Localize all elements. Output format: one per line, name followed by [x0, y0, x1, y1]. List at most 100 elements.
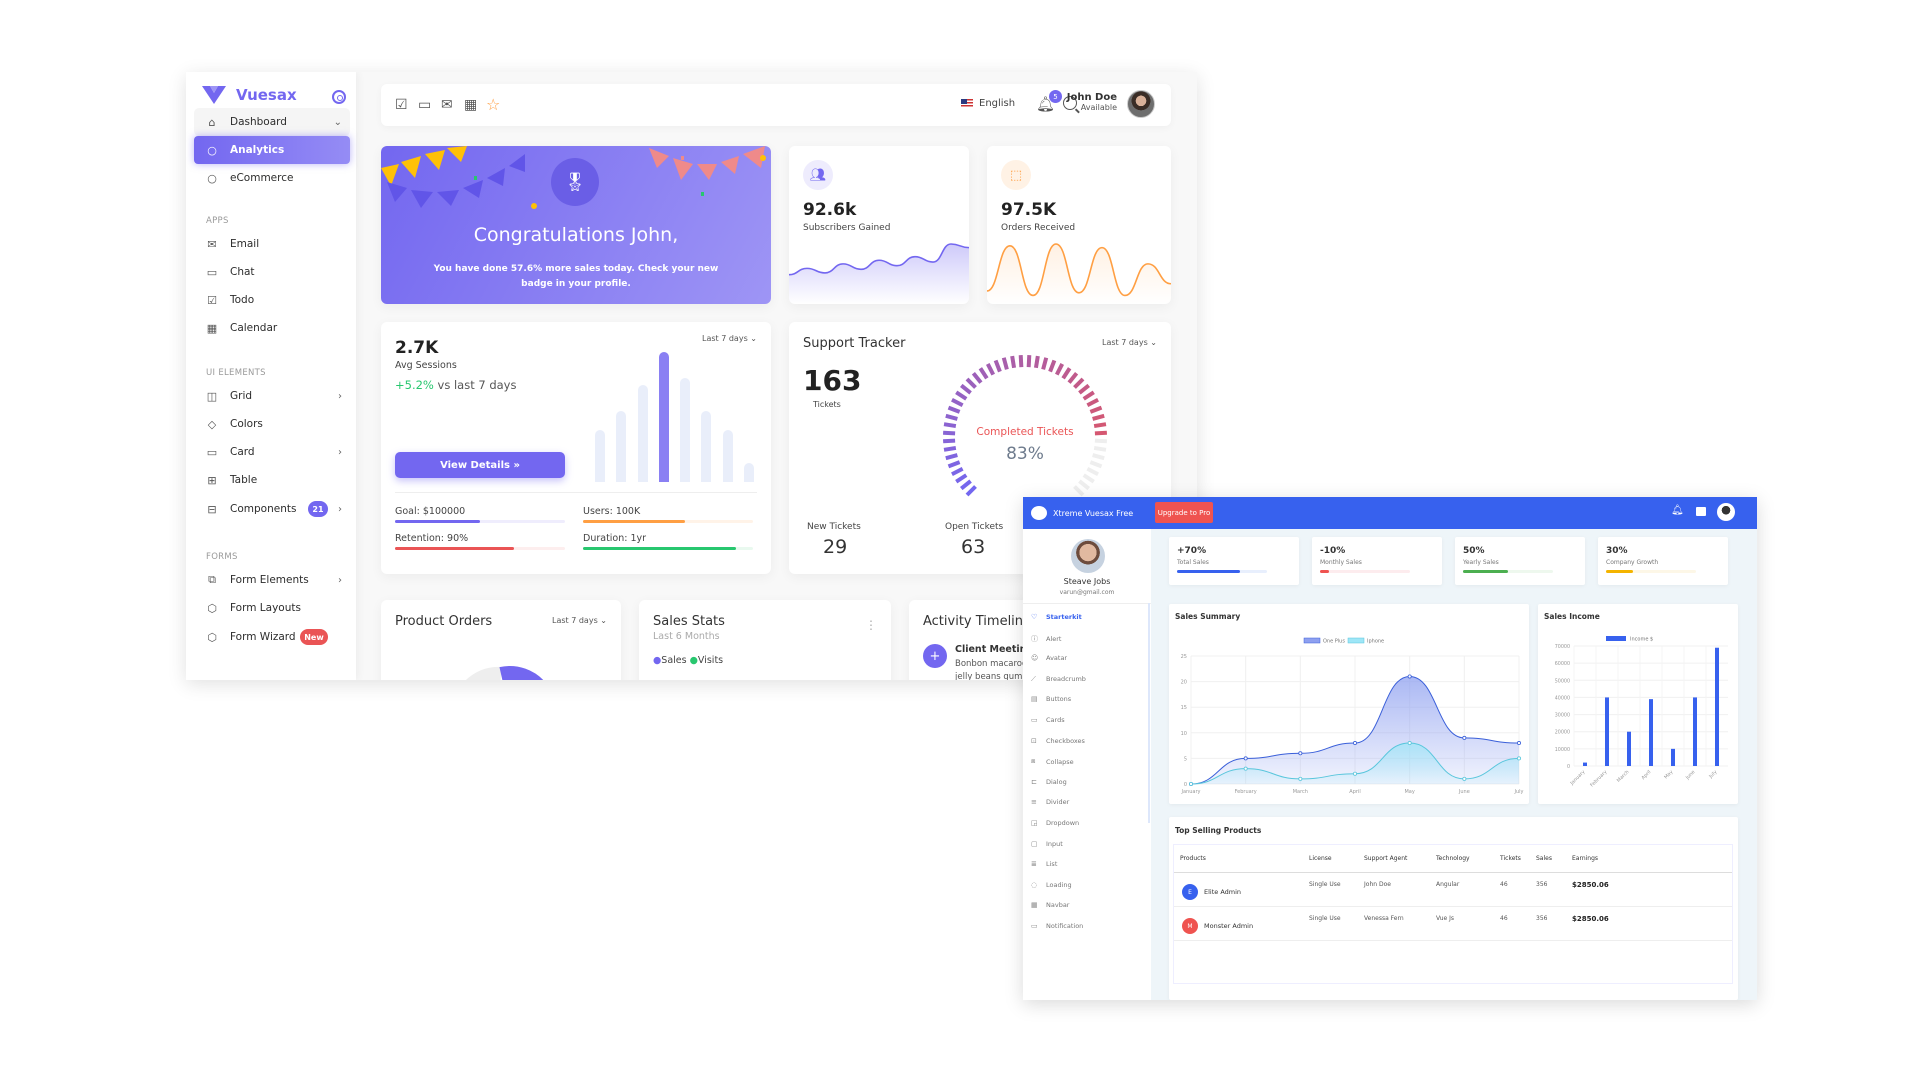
goal-progress — [395, 520, 565, 523]
sidebar-item-calendar[interactable]: ▦ Calendar — [194, 314, 350, 342]
xtreme-nav-item-dialog[interactable]: ⊏ Dialog — [1031, 778, 1067, 786]
sidebar-item-todo[interactable]: ☑ Todo — [194, 286, 350, 314]
xtreme-brand[interactable]: Xtreme Vuesax Free — [1031, 506, 1133, 520]
column-header[interactable]: Support Agent — [1364, 855, 1407, 862]
gauge-segment — [1078, 383, 1090, 395]
xtreme-nav-item-breadcrumb[interactable]: ⟋ Breadcrumb — [1031, 675, 1086, 684]
bell-icon[interactable]: 🔔︎ — [1671, 505, 1684, 516]
user-avatar[interactable] — [1127, 90, 1155, 118]
sidebar-scrollbar[interactable] — [1148, 603, 1150, 823]
sidebar-item-label: Form Wizard — [230, 631, 296, 643]
pin-sidebar-icon[interactable] — [332, 90, 346, 104]
message-icon[interactable] — [1696, 507, 1706, 516]
view-details-button[interactable]: View Details » — [395, 452, 565, 478]
profile-email: varun@gmail.com — [1059, 589, 1115, 596]
email-shortcut-icon[interactable]: ✉ — [441, 97, 453, 113]
xtreme-nav-item-navbar[interactable]: ▦ Navbar — [1031, 901, 1069, 909]
xtreme-nav-item-dropdown[interactable]: ◲ Dropdown — [1031, 819, 1079, 827]
archive-icon: ⊟ — [207, 502, 217, 516]
xtreme-topbar: Xtreme Vuesax Free Upgrade to Pro 🔔︎ — [1023, 497, 1757, 529]
column-header[interactable]: Tickets — [1500, 855, 1521, 862]
sidebar-item-analytics[interactable]: ○ Analytics — [194, 136, 350, 164]
activity-title: Activity Timeline — [923, 614, 1032, 629]
technology: Vue Js — [1436, 915, 1454, 922]
period-dropdown[interactable]: Last 7 days ⌄ — [552, 616, 607, 625]
gauge-segment — [960, 479, 972, 491]
visits-legend-dot: ● — [689, 655, 698, 666]
xtreme-nav-item-list[interactable]: ≣ List — [1031, 860, 1057, 868]
column-header[interactable]: License — [1309, 855, 1332, 862]
subscribers-label: Subscribers Gained — [803, 223, 891, 233]
sidebar-item-components[interactable]: ⊟ Components 21 › — [194, 495, 350, 523]
y-tick-label: 70000 — [1555, 644, 1570, 650]
column-header[interactable]: Earnings — [1572, 855, 1598, 862]
xtreme-nav-item-notification[interactable]: ▭ Notification — [1031, 922, 1083, 930]
user-info[interactable]: John Doe Available — [1057, 92, 1117, 112]
gauge-segment — [965, 485, 977, 497]
gauge-segment — [985, 363, 996, 376]
xtreme-nav-item-avatar[interactable]: ☺ Avatar — [1031, 654, 1067, 662]
more-options-icon[interactable]: ⋮ — [865, 618, 877, 632]
sidebar-item-form-elements[interactable]: ⧉ Form Elements › — [194, 566, 350, 594]
xtreme-user-avatar[interactable] — [1717, 503, 1735, 521]
star-bookmark-icon[interactable]: ☆ — [486, 95, 500, 114]
xtreme-nav-item-input[interactable]: ▢ Input — [1031, 840, 1063, 848]
sidebar-item-label: eCommerce — [230, 172, 294, 184]
chat-shortcut-icon[interactable]: ▭ — [418, 97, 431, 113]
sidebar-item-ecommerce[interactable]: ○ eCommerce — [194, 164, 350, 192]
orders-value: 97.5K — [1001, 200, 1057, 220]
sidebar-item-card[interactable]: ▭ Card › — [194, 438, 350, 466]
income-bar — [1627, 731, 1631, 766]
gauge-segment — [1026, 355, 1032, 368]
orders-sparkline — [987, 243, 1171, 304]
period-dropdown[interactable]: Last 7 days ⌄ — [702, 334, 757, 343]
profile-name: Steave Jobs — [1063, 577, 1111, 586]
sessions-bar-chart — [591, 352, 761, 482]
language-selector[interactable]: English — [961, 98, 1015, 109]
session-bar — [680, 378, 690, 482]
tickets: 46 — [1500, 915, 1508, 922]
brand-logo[interactable]: Vuesax — [202, 86, 297, 104]
column-header[interactable]: Products — [1180, 855, 1206, 862]
sidebar-item-form-wizard[interactable]: ⬡ Form Wizard New — [194, 623, 350, 651]
xtreme-nav-item-alert[interactable]: ⓘ Alert — [1031, 634, 1061, 644]
avg-sessions-card: 2.7K Avg Sessions +5.2% vs last 7 days L… — [381, 322, 771, 574]
period-dropdown[interactable]: Last 7 days ⌄ — [1102, 338, 1157, 347]
completed-label: Completed Tickets — [976, 426, 1074, 438]
sidebar-item-form-layouts[interactable]: ⬡ Form Layouts — [194, 594, 350, 622]
circle-icon: ○ — [207, 143, 217, 157]
gauge-segment — [1073, 377, 1085, 389]
kpi-progress-fill — [1463, 570, 1508, 573]
table-title: Top Selling Products — [1175, 826, 1262, 835]
sidebar-item-dashboard[interactable]: ⌂ Dashboard ⌄ — [194, 108, 350, 136]
xtreme-nav-item-checkboxes[interactable]: ⊡ Checkboxes — [1031, 737, 1085, 745]
xtreme-nav-item-cards[interactable]: ▭ Cards — [1031, 716, 1065, 724]
xtreme-nav-item-divider[interactable]: ≡ Divider — [1031, 798, 1069, 806]
us-flag-icon — [961, 99, 973, 108]
divider — [1023, 603, 1151, 604]
package-icon: ⬡ — [207, 630, 217, 644]
new-badge: New — [300, 629, 328, 645]
column-header[interactable]: Sales — [1536, 855, 1552, 862]
gauge-segment — [1033, 355, 1040, 369]
upgrade-to-pro-button[interactable]: Upgrade to Pro — [1155, 502, 1213, 523]
chevron-down-icon: ⌄ — [600, 616, 607, 625]
credit-card-icon: ▭ — [206, 445, 218, 459]
nav-label: Checkboxes — [1046, 736, 1085, 745]
calendar-shortcut-icon[interactable]: ▦ — [464, 97, 477, 113]
sidebar-item-email[interactable]: ✉ Email — [194, 230, 350, 258]
nav-label: Navbar — [1046, 901, 1070, 910]
package-icon: ⬚ — [1001, 160, 1031, 190]
x-tick-label: March — [1293, 789, 1308, 795]
column-header[interactable]: Technology — [1436, 855, 1470, 862]
xtreme-nav-item-collapse[interactable]: ⧈ Collapse — [1031, 757, 1074, 766]
sidebar-item-colors[interactable]: ◇ Colors — [194, 410, 350, 438]
xtreme-nav-item-buttons[interactable]: ▤ Buttons — [1031, 695, 1071, 703]
sidebar-item-chat[interactable]: ▭ Chat — [194, 258, 350, 286]
xtreme-nav-item-loading[interactable]: ◌ Loading — [1031, 881, 1072, 889]
users-progress — [583, 520, 753, 523]
xtreme-nav-item-starterkit[interactable]: ♡ Starterkit — [1031, 613, 1082, 621]
sidebar-item-table[interactable]: ⊞ Table — [194, 466, 350, 494]
todo-shortcut-icon[interactable]: ☑ — [395, 97, 408, 113]
sidebar-item-grid[interactable]: ◫ Grid › — [194, 382, 350, 410]
